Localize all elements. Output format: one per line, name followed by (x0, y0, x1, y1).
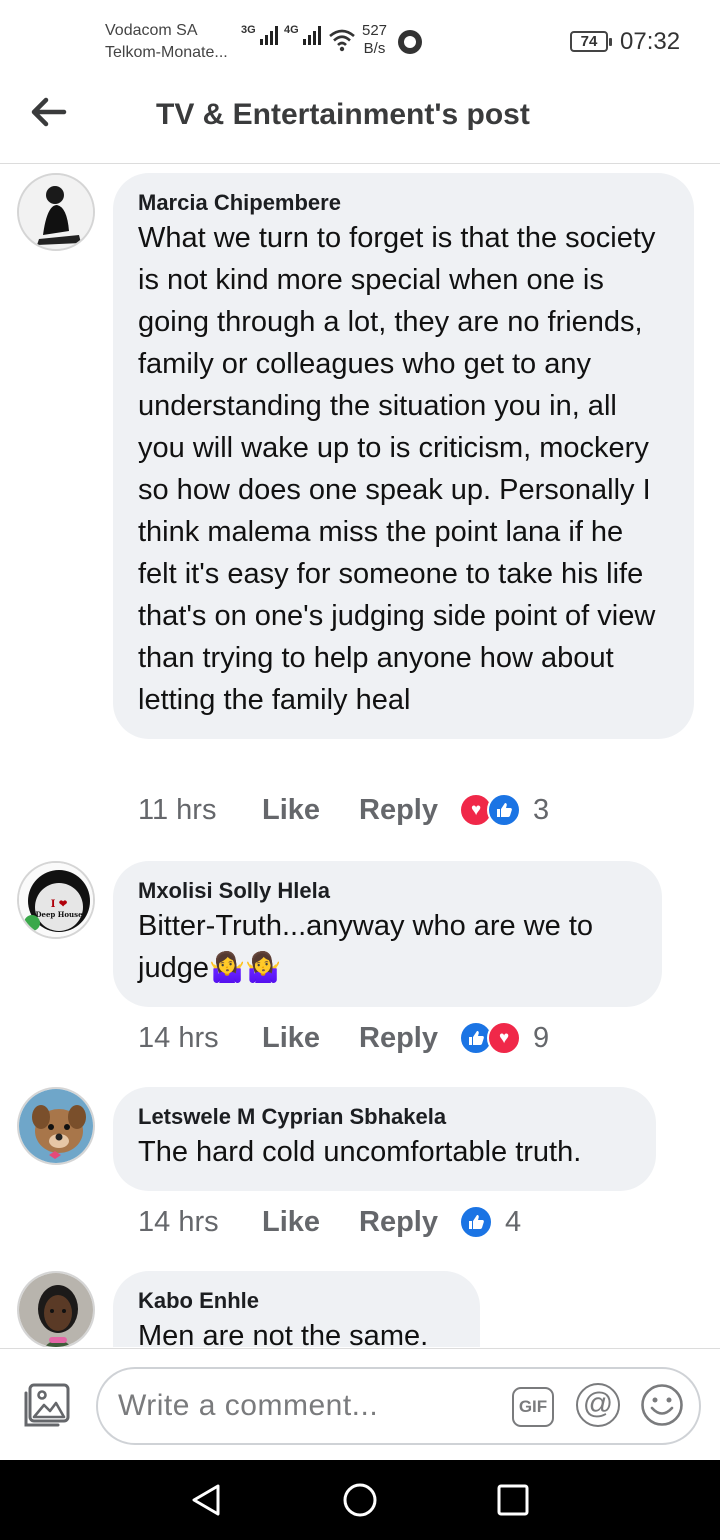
reaction-count: 4 (505, 1205, 522, 1238)
carrier-info: Vodacom SA Telkom-Monate... (105, 20, 228, 64)
comment-time[interactable]: 14 hrs (138, 1206, 262, 1239)
carrier-1: Vodacom SA (105, 22, 198, 39)
whatsapp-icon (398, 30, 422, 54)
network-type-2: 4G (284, 24, 299, 36)
at-icon[interactable]: @ (576, 1383, 620, 1427)
comment-text: Men are not the same. (138, 1320, 429, 1347)
comment-bubble[interactable]: Kabo Enhle Men are not the same. (113, 1271, 480, 1347)
avatar[interactable]: I ❤ Deep House (17, 861, 95, 939)
comment-actions: 11 hrs Like Reply ♥ 3 (138, 793, 549, 827)
comment-text: Bitter-Truth...anyway who are we to judg… (138, 910, 594, 984)
comment-actions: 14 hrs Like Reply 4 (138, 1205, 521, 1239)
clock: 07:32 (620, 28, 681, 55)
system-nav-bar (0, 1460, 720, 1540)
reply-button[interactable]: Reply (359, 1206, 459, 1239)
wifi-icon (329, 29, 355, 52)
comment-list[interactable]: Marcia Chipembere What we turn to forget… (0, 165, 720, 1347)
avatar[interactable] (17, 1087, 95, 1165)
reaction-summary[interactable]: 4 (459, 1205, 521, 1239)
like-button[interactable]: Like (262, 794, 359, 827)
comment-text: What we turn to forget is that the socie… (138, 222, 656, 716)
like-reaction-icon (459, 1205, 493, 1239)
reply-button[interactable]: Reply (359, 1022, 459, 1055)
comment-bubble[interactable]: Letswele M Cyprian Sbhakela The hard col… (113, 1087, 656, 1191)
reaction-count: 3 (533, 793, 550, 826)
emoji-icon[interactable] (640, 1383, 684, 1427)
comment-time[interactable]: 14 hrs (138, 1022, 262, 1055)
comment-author[interactable]: Kabo Enhle (138, 1287, 455, 1315)
signal-icon-2: 4G (284, 24, 321, 45)
comment-actions: 14 hrs Like Reply ♥ 9 (138, 1021, 549, 1055)
avatar-text-2: Deep House (35, 910, 83, 919)
page-title: TV & Entertainment's post (156, 98, 530, 131)
carrier-2: Telkom-Monate... (105, 44, 228, 61)
home-circle-icon[interactable] (342, 1482, 378, 1518)
comment-bubble[interactable]: Marcia Chipembere What we turn to forget… (113, 173, 694, 739)
comment-input-placeholder: Write a comment... (118, 1389, 379, 1422)
like-button[interactable]: Like (262, 1022, 359, 1055)
comment-input[interactable]: Write a comment... GIF @ (96, 1367, 701, 1445)
avatar[interactable] (17, 1271, 95, 1347)
reaction-count: 9 (533, 1021, 550, 1054)
avatar-text-1: I ❤ (51, 899, 68, 910)
comment-composer: Write a comment... GIF @ (0, 1348, 720, 1460)
like-button[interactable]: Like (262, 1206, 359, 1239)
network-speed: 527 B/s (362, 22, 388, 57)
comment-author[interactable]: Mxolisi Solly Hlela (138, 877, 637, 905)
signal-icon: 3G (241, 24, 278, 45)
comment-time[interactable]: 11 hrs (138, 794, 262, 827)
comment-bubble[interactable]: Mxolisi Solly Hlela Bitter-Truth...anywa… (113, 861, 662, 1007)
photo-icon[interactable] (22, 1383, 70, 1429)
network-type-1: 3G (241, 24, 256, 36)
recents-square-icon[interactable] (495, 1482, 531, 1518)
comment-author[interactable]: Letswele M Cyprian Sbhakela (138, 1103, 631, 1131)
comment-author[interactable]: Marcia Chipembere (138, 189, 669, 217)
reaction-summary[interactable]: ♥ 3 (459, 793, 549, 827)
reply-button[interactable]: Reply (359, 794, 459, 827)
like-reaction-icon (487, 793, 521, 827)
gif-icon[interactable]: GIF (512, 1387, 554, 1427)
page-header: TV & Entertainment's post (0, 80, 720, 164)
arrow-left-icon[interactable] (28, 94, 68, 130)
back-triangle-icon[interactable] (188, 1482, 224, 1518)
reaction-summary[interactable]: ♥ 9 (459, 1021, 549, 1055)
comment-text: The hard cold uncomfortable truth. (138, 1136, 582, 1168)
love-reaction-icon: ♥ (487, 1021, 521, 1055)
battery-icon: 74 (570, 31, 612, 52)
status-bar: Vodacom SA Telkom-Monate... 3G 4G 527 B/… (0, 0, 720, 80)
avatar[interactable] (17, 173, 95, 251)
